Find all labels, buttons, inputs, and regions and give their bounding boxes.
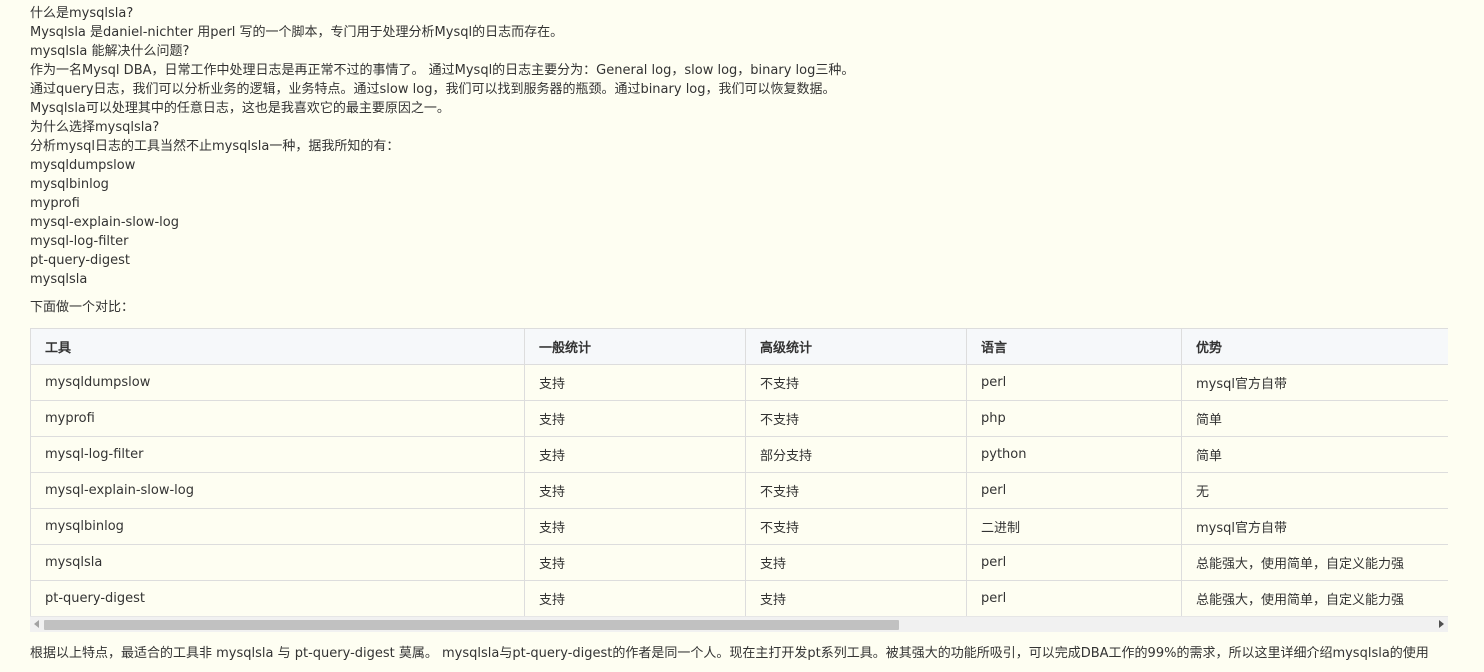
cell-advantage: 无	[1181, 472, 1448, 509]
scrollbar-thumb[interactable]	[44, 620, 899, 630]
comparison-lead: 下面做一个对比：	[30, 300, 135, 315]
article-body: 什么是mysqlsla? Mysqlsla 是daniel-nichter 用p…	[30, 4, 1470, 317]
header-advantage: 优势	[1181, 328, 1448, 365]
scroll-left-arrow-icon[interactable]	[34, 620, 39, 628]
cell-tool: mysql-explain-slow-log	[30, 472, 525, 509]
cell-general-stats: 支持	[524, 508, 746, 545]
question-what-solves: mysqlsla 能解决什么问题?	[30, 44, 190, 59]
header-general-stats: 一般统计	[524, 328, 746, 365]
tool-list-item: mysql-explain-slow-log	[30, 215, 179, 230]
cell-advanced-stats: 部分支持	[745, 436, 967, 473]
cell-tool: mysqlsla	[30, 544, 525, 581]
cell-advantage: mysql官方自带	[1181, 508, 1448, 545]
table-horizontal-scrollbar[interactable]	[30, 616, 1448, 632]
cell-language: perl	[966, 544, 1182, 581]
tool-list-item: myprofi	[30, 196, 80, 211]
cell-language: python	[966, 436, 1182, 473]
cell-general-stats: 支持	[524, 472, 746, 509]
header-language: 语言	[966, 328, 1182, 365]
paragraph-description: Mysqlsla 是daniel-nichter 用perl 写的一个脚本，专门…	[30, 25, 564, 40]
cell-tool: mysqlbinlog	[30, 508, 525, 545]
cell-advantage: 总能强大，使用简单，自定义能力强	[1181, 580, 1448, 617]
cell-general-stats: 支持	[524, 580, 746, 617]
tool-list-item: mysqldumpslow	[30, 158, 136, 173]
cell-advantage: 简单	[1181, 400, 1448, 437]
cell-advantage: 总能强大，使用简单，自定义能力强	[1181, 544, 1448, 581]
cell-advanced-stats: 不支持	[745, 364, 967, 401]
table-row: mysqlbinlog 支持 不支持 二进制 mysql官方自带	[30, 508, 1448, 545]
header-tool: 工具	[30, 328, 525, 365]
table-row: mysqlsla 支持 支持 perl 总能强大，使用简单，自定义能力强	[30, 544, 1448, 581]
comparison-table: 工具 一般统计 高级统计 语言 优势 mysqldumpslow 支持 不支持 …	[30, 328, 1448, 617]
question-why-choose: 为什么选择mysqlsla?	[30, 120, 160, 135]
table-row: pt-query-digest 支持 支持 perl 总能强大，使用简单，自定义…	[30, 580, 1448, 617]
cell-advanced-stats: 不支持	[745, 508, 967, 545]
table-header-row: 工具 一般统计 高级统计 语言 优势	[30, 328, 1448, 365]
cell-advantage: mysql官方自带	[1181, 364, 1448, 401]
cell-language: perl	[966, 580, 1182, 617]
comparison-table-container: 工具 一般统计 高级统计 语言 优势 mysqldumpslow 支持 不支持 …	[30, 328, 1448, 634]
table-row: myprofi 支持 不支持 php 简单	[30, 400, 1448, 437]
cell-general-stats: 支持	[524, 364, 746, 401]
cell-tool: mysql-log-filter	[30, 436, 525, 473]
cell-language: perl	[966, 364, 1182, 401]
tool-list-item: pt-query-digest	[30, 253, 131, 268]
cell-tool: mysqldumpslow	[30, 364, 525, 401]
table-row: mysql-explain-slow-log 支持 不支持 perl 无	[30, 472, 1448, 509]
tool-list-item: mysqlsla	[30, 272, 88, 287]
tool-list-item: mysql-log-filter	[30, 234, 129, 249]
cell-general-stats: 支持	[524, 436, 746, 473]
table-row: mysql-log-filter 支持 部分支持 python 简单	[30, 436, 1448, 473]
cell-general-stats: 支持	[524, 400, 746, 437]
paragraph-any-log: Mysqlsla可以处理其中的任意日志，这也是我喜欢它的最主要原因之一。	[30, 101, 450, 116]
cell-advanced-stats: 支持	[745, 580, 967, 617]
tool-list-item: mysqlbinlog	[30, 177, 109, 192]
cell-tool: myprofi	[30, 400, 525, 437]
cell-tool: pt-query-digest	[30, 580, 525, 617]
cell-advantage: 简单	[1181, 436, 1448, 473]
cell-advanced-stats: 不支持	[745, 472, 967, 509]
paragraph-log-types: 作为一名Mysql DBA，日常工作中处理日志是再正常不过的事情了。 通过Mys…	[30, 63, 855, 78]
scroll-right-arrow-icon[interactable]	[1439, 620, 1444, 628]
conclusion-paragraph: 根据以上特点，最适合的工具非 mysqlsla 与 pt-query-diges…	[30, 646, 1429, 661]
question-what-is: 什么是mysqlsla?	[30, 6, 134, 21]
cell-language: php	[966, 400, 1182, 437]
cell-advanced-stats: 不支持	[745, 400, 967, 437]
cell-language: perl	[966, 472, 1182, 509]
cell-language: 二进制	[966, 508, 1182, 545]
paragraph-tools-lead: 分析mysql日志的工具当然不止mysqlsla一种，据我所知的有：	[30, 139, 400, 154]
cell-general-stats: 支持	[524, 544, 746, 581]
paragraph-log-uses: 通过query日志，我们可以分析业务的逻辑，业务特点。通过slow log，我们…	[30, 82, 836, 97]
header-advanced-stats: 高级统计	[745, 328, 967, 365]
cell-advanced-stats: 支持	[745, 544, 967, 581]
table-row: mysqldumpslow 支持 不支持 perl mysql官方自带	[30, 364, 1448, 401]
